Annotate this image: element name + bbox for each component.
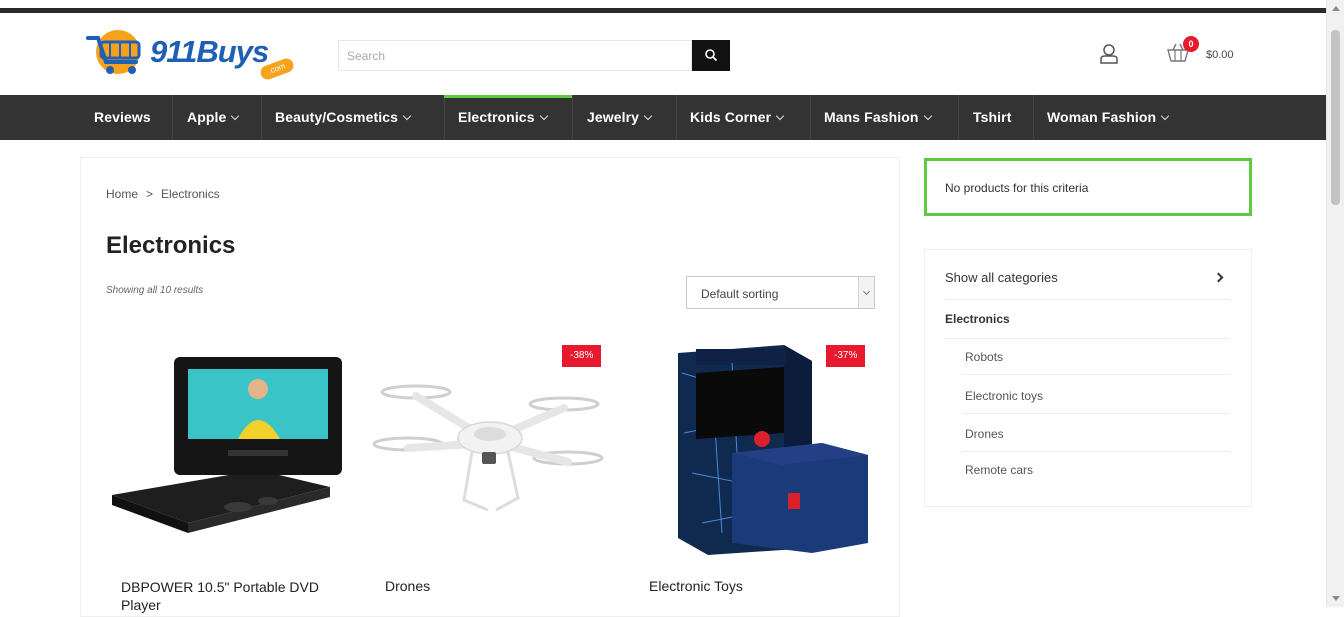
sort-select[interactable]: Default sorting: [686, 276, 875, 309]
arcade-cabinet-image: [678, 345, 868, 555]
search-input[interactable]: Search: [338, 40, 692, 71]
product-name-electronic-toys[interactable]: Electronic Toys: [649, 578, 743, 594]
account-button[interactable]: [1099, 43, 1119, 70]
category-item-robots[interactable]: Robots: [965, 350, 1003, 364]
nav-divider: [572, 95, 573, 140]
sale-badge: -38%: [562, 345, 602, 367]
chevron-down-icon: [643, 111, 653, 121]
breadcrumb-home-link[interactable]: Home: [106, 187, 138, 201]
nav-item-apple[interactable]: Apple: [187, 95, 240, 140]
nav-divider: [172, 95, 173, 140]
breadcrumb-separator: >: [146, 187, 154, 201]
dvd-player-image: [112, 357, 342, 533]
category-item-drones[interactable]: Drones: [965, 427, 1004, 441]
nav-divider: [810, 95, 811, 140]
shopping-cart-logo-icon: [86, 30, 141, 74]
product-name-dvd-player[interactable]: DBPOWER 10.5" Portable DVD Player: [121, 578, 331, 614]
nav-label: Apple: [187, 109, 227, 125]
product-image-dvd-player[interactable]: [108, 355, 343, 545]
nav-active-indicator: [444, 95, 572, 98]
category-divider: [945, 299, 1230, 300]
drone-image: [372, 384, 604, 512]
chevron-down-icon: [1160, 111, 1170, 121]
breadcrumb-current: Electronics: [161, 187, 220, 201]
category-divider: [962, 413, 1230, 414]
cart-count-badge: 0: [1183, 36, 1199, 52]
nav-label: Woman Fashion: [1047, 109, 1157, 125]
nav-item-kids-corner[interactable]: Kids Corner: [690, 95, 785, 140]
breadcrumb: Home > Electronics: [106, 187, 220, 201]
nav-item-mans-fashion[interactable]: Mans Fashion: [824, 95, 932, 140]
nav-label: Mans Fashion: [824, 109, 919, 125]
category-item-electronic-toys[interactable]: Electronic toys: [965, 389, 1043, 403]
logo-text: 911Buys: [150, 34, 269, 69]
nav-divider: [958, 95, 959, 140]
nav-item-tshirt[interactable]: Tshirt: [973, 95, 1011, 140]
nav-label: Kids Corner: [690, 109, 772, 125]
nav-divider: [261, 95, 262, 140]
category-current[interactable]: Electronics: [945, 312, 1010, 326]
nav-divider: [676, 95, 677, 140]
search-icon: [705, 49, 718, 62]
product-image-electronic-toys[interactable]: [672, 343, 872, 558]
category-divider: [945, 338, 1230, 339]
search-button[interactable]: [692, 40, 730, 71]
chevron-down-icon: [539, 111, 548, 121]
cart-total[interactable]: $0.00: [1206, 49, 1234, 61]
nav-item-reviews[interactable]: Reviews: [94, 95, 151, 140]
dropdown-arrow-icon: [858, 277, 874, 308]
product-name-drones[interactable]: Drones: [385, 578, 430, 594]
scroll-down-arrow-icon[interactable]: [1332, 596, 1340, 601]
top-border: [0, 8, 1326, 13]
category-item-remote-cars[interactable]: Remote cars: [965, 463, 1033, 477]
scrollbar-thumb[interactable]: [1331, 30, 1340, 205]
show-all-categories-link[interactable]: Show all categories: [945, 270, 1058, 285]
chevron-down-icon: [775, 111, 785, 121]
nav-label: Tshirt: [973, 109, 1012, 125]
result-count: Showing all 10 results: [106, 285, 204, 296]
nav-divider: [1033, 95, 1034, 140]
main-navigation: Reviews Apple Beauty/Cosmetics Electroni…: [0, 95, 1326, 140]
nav-item-woman-fashion[interactable]: Woman Fashion: [1047, 95, 1170, 140]
page-scrollbar[interactable]: [1326, 0, 1344, 607]
nav-item-jewelry[interactable]: Jewelry: [587, 95, 653, 140]
nav-item-beauty-cosmetics[interactable]: Beauty/Cosmetics: [275, 95, 412, 140]
page-title: Electronics: [106, 232, 236, 259]
category-divider: [962, 374, 1230, 375]
sale-badge: -37%: [826, 345, 866, 367]
chevron-down-icon: [402, 111, 412, 121]
nav-label: Electronics: [458, 109, 535, 125]
category-divider: [962, 451, 1230, 452]
nav-item-electronics[interactable]: Electronics: [458, 95, 548, 140]
nav-label: Beauty/Cosmetics: [275, 109, 398, 125]
nav-label: Jewelry: [587, 109, 640, 125]
scroll-up-arrow-icon[interactable]: [1332, 6, 1340, 11]
site-logo[interactable]: 911Buys .com: [84, 26, 296, 82]
nav-divider: [444, 95, 445, 140]
filter-notice: No products for this criteria: [924, 158, 1252, 216]
chevron-down-icon: [923, 111, 932, 121]
product-image-drones[interactable]: [368, 360, 608, 525]
nav-label: Reviews: [94, 109, 151, 125]
chevron-down-icon: [231, 111, 240, 121]
sort-selected-value: Default sorting: [701, 287, 779, 301]
user-icon: [1100, 44, 1118, 64]
